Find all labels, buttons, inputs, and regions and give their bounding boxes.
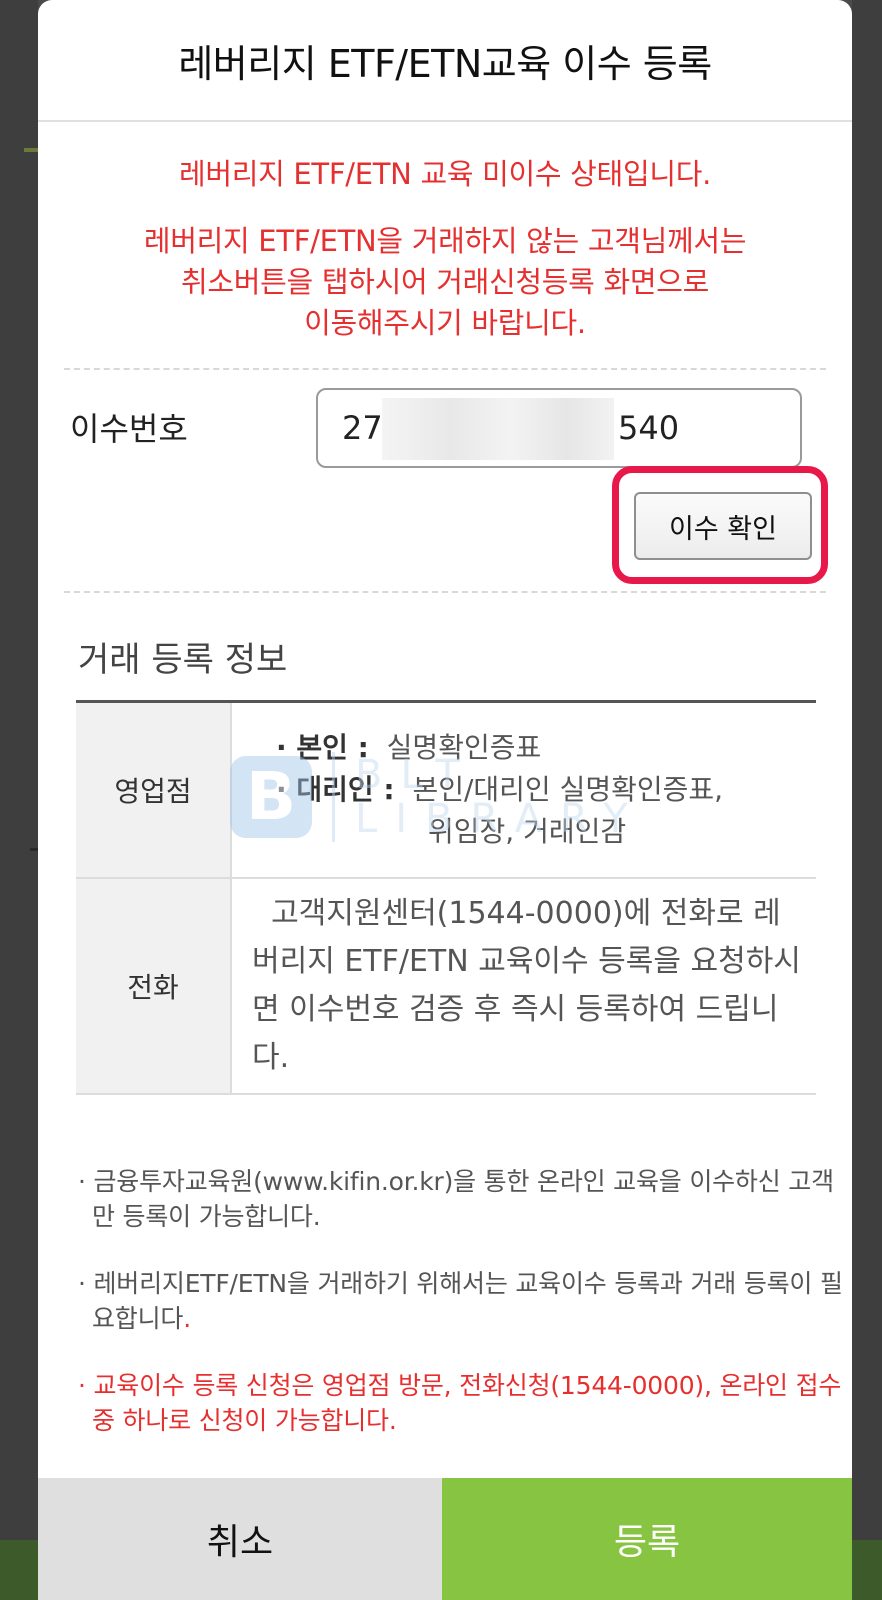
registration-info-table: 영업점 · 본인 : 실명확인증표 · 대리인 : 본인/대리인 실명확인증표,… (76, 700, 816, 1095)
section-title: 거래 등록 정보 (78, 640, 288, 680)
register-button[interactable]: 등록 (442, 1478, 852, 1600)
bullet-label-self: · 본인 : (276, 731, 369, 764)
warning-guide: 레버리지 ETF/ETN을 거래하지 않는 고객님께서는 취소버튼을 탭하시어 … (38, 221, 852, 344)
warning-guide-line: 이동해주시기 바랍니다. (304, 306, 586, 340)
note-period: . (183, 1304, 191, 1333)
warning-guide-line: 레버리지 ETF/ETN을 거래하지 않는 고객님께서는 (143, 224, 747, 258)
bullet-text-agent: 본인/대리인 실명확인증표, (412, 773, 724, 806)
warning-status: 레버리지 ETF/ETN 교육 미이수 상태입니다. (178, 157, 712, 191)
phone-description: 고객지원센터(1544-0000)에 전화로 레버리지 ETF/ETN 교육이수… (231, 878, 816, 1095)
row-header-branch: 영업점 (76, 701, 232, 879)
background-overlay-right (852, 0, 882, 1600)
dialog-title: 레버리지 ETF/ETN교육 이수 등록 (38, 0, 852, 122)
note-item-warning: · 교육이수 등록 신청은 영업점 방문, 전화신청(1544-0000), 온… (78, 1371, 842, 1435)
background-button-strip (852, 1540, 882, 1600)
etf-education-dialog: 레버리지 ETF/ETN교육 이수 등록 레버리지 ETF/ETN 교육 미이수… (38, 0, 852, 1600)
confirm-completion-button[interactable]: 이수 확인 (634, 492, 812, 560)
list-item: · 본인 : 실명확인증표 (276, 727, 815, 769)
completion-number-input[interactable]: 278 540 (316, 388, 802, 468)
dashed-divider (64, 368, 826, 370)
completion-number-label: 이수번호 (70, 410, 188, 448)
note-item: · 레버리지ETF/ETN을 거래하기 위해서는 교육이수 등록과 거래 등록이… (78, 1266, 852, 1336)
table-row: 전화 고객지원센터(1544-0000)에 전화로 레버리지 ETF/ETN 교… (76, 878, 816, 1095)
dashed-divider (64, 591, 826, 593)
background-mark (24, 148, 38, 152)
bullet-continuation: 위임장, 거래인감 (428, 815, 627, 848)
redacted-region (382, 398, 614, 460)
list-item: · 대리인 : 본인/대리인 실명확인증표, (276, 769, 815, 811)
completion-number-suffix: 540 (618, 409, 680, 447)
background-overlay-left (0, 0, 38, 1600)
branch-requirements: · 본인 : 실명확인증표 · 대리인 : 본인/대리인 실명확인증표, 위임장… (231, 701, 816, 879)
note-item: · 금융투자교육원(www.kifin.or.kr)을 통한 온라인 교육을 이… (78, 1167, 834, 1231)
bullet-text-self: 실명확인증표 (386, 731, 542, 764)
bullet-label-agent: · 대리인 : (276, 773, 395, 806)
row-header-phone: 전화 (76, 878, 232, 1095)
phone-description-text: 고객지원센터(1544-0000)에 전화로 레버리지 ETF/ETN 교육이수… (252, 896, 801, 1075)
table-row: 영업점 · 본인 : 실명확인증표 · 대리인 : 본인/대리인 실명확인증표,… (76, 701, 816, 879)
cancel-button[interactable]: 취소 (38, 1478, 442, 1600)
background-mark (30, 848, 38, 851)
warning-guide-line: 취소버튼을 탭하시어 거래신청등록 화면으로 (181, 265, 709, 299)
background-button-strip (0, 1540, 38, 1600)
note-text: · 레버리지ETF/ETN을 거래하기 위해서는 교육이수 등록과 거래 등록이… (78, 1269, 843, 1333)
